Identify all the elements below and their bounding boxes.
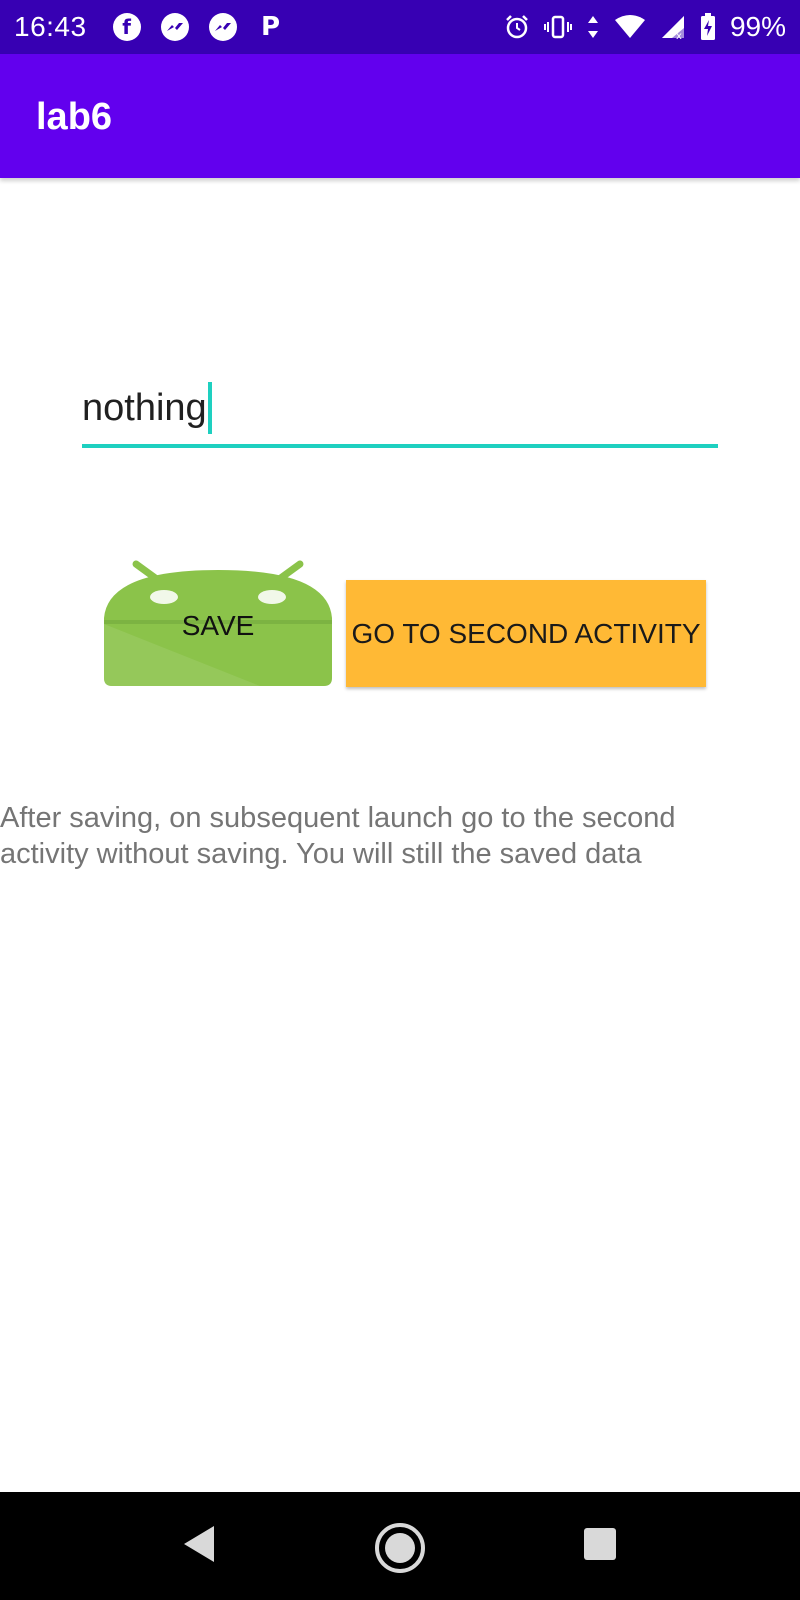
status-time: 16:43 <box>14 11 87 42</box>
edit-text-field[interactable]: nothing <box>82 382 718 452</box>
app-title: lab6 <box>36 96 113 138</box>
battery-charging-icon <box>700 13 716 41</box>
svg-text:x: x <box>676 31 682 40</box>
p-icon: P <box>261 12 281 42</box>
edit-text-value[interactable]: nothing <box>82 382 207 434</box>
go-to-second-activity-button[interactable]: GO TO SECOND ACTIVITY <box>346 580 706 687</box>
messenger-icon <box>160 13 189 41</box>
messenger-icon <box>208 13 237 41</box>
recents-icon[interactable] <box>582 1526 618 1567</box>
data-arrows-icon <box>586 14 600 40</box>
cell-signal-icon: x <box>660 14 686 40</box>
alarm-icon <box>504 14 530 40</box>
navigation-bar <box>0 1492 800 1600</box>
facebook-icon: f <box>112 13 141 41</box>
info-text: After saving, on subsequent launch go to… <box>0 802 676 870</box>
text-cursor <box>207 382 212 434</box>
app-bar: lab6 <box>0 54 800 178</box>
battery-percentage: 99% <box>729 11 786 42</box>
save-button-label: SAVE <box>181 610 255 641</box>
save-button[interactable]: SAVE <box>100 558 336 688</box>
home-icon[interactable] <box>374 1522 426 1579</box>
edit-text-underline <box>82 444 718 448</box>
vibrate-icon <box>543 14 572 40</box>
back-icon[interactable] <box>180 1522 216 1571</box>
wifi-icon <box>614 14 646 40</box>
status-bar: 16:43 f P x 99% <box>0 0 800 54</box>
